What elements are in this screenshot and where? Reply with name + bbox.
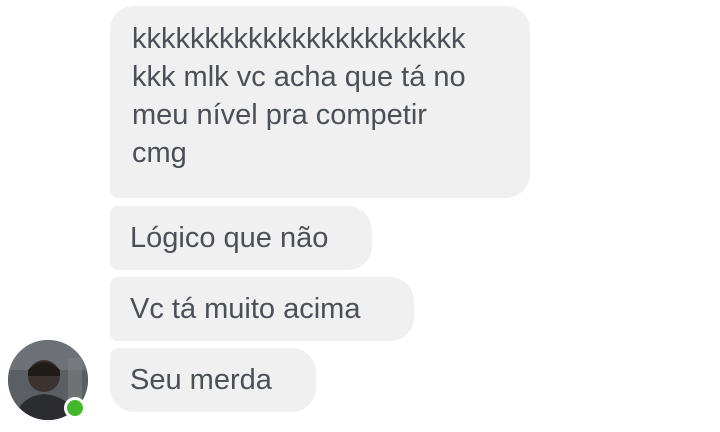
message-bubble[interactable]: Seu merda bbox=[110, 348, 316, 412]
message-bubble[interactable]: kkkkkkkkkkkkkkkkkkkkkkk kkk mlk vc acha … bbox=[110, 6, 530, 198]
chat-thread: kkkkkkkkkkkkkkkkkkkkkkk kkk mlk vc acha … bbox=[0, 0, 720, 432]
message-bubble[interactable]: Lógico que não bbox=[110, 206, 372, 270]
online-status-indicator bbox=[64, 397, 86, 419]
message-bubble[interactable]: Vc tá muito acima bbox=[110, 277, 414, 341]
